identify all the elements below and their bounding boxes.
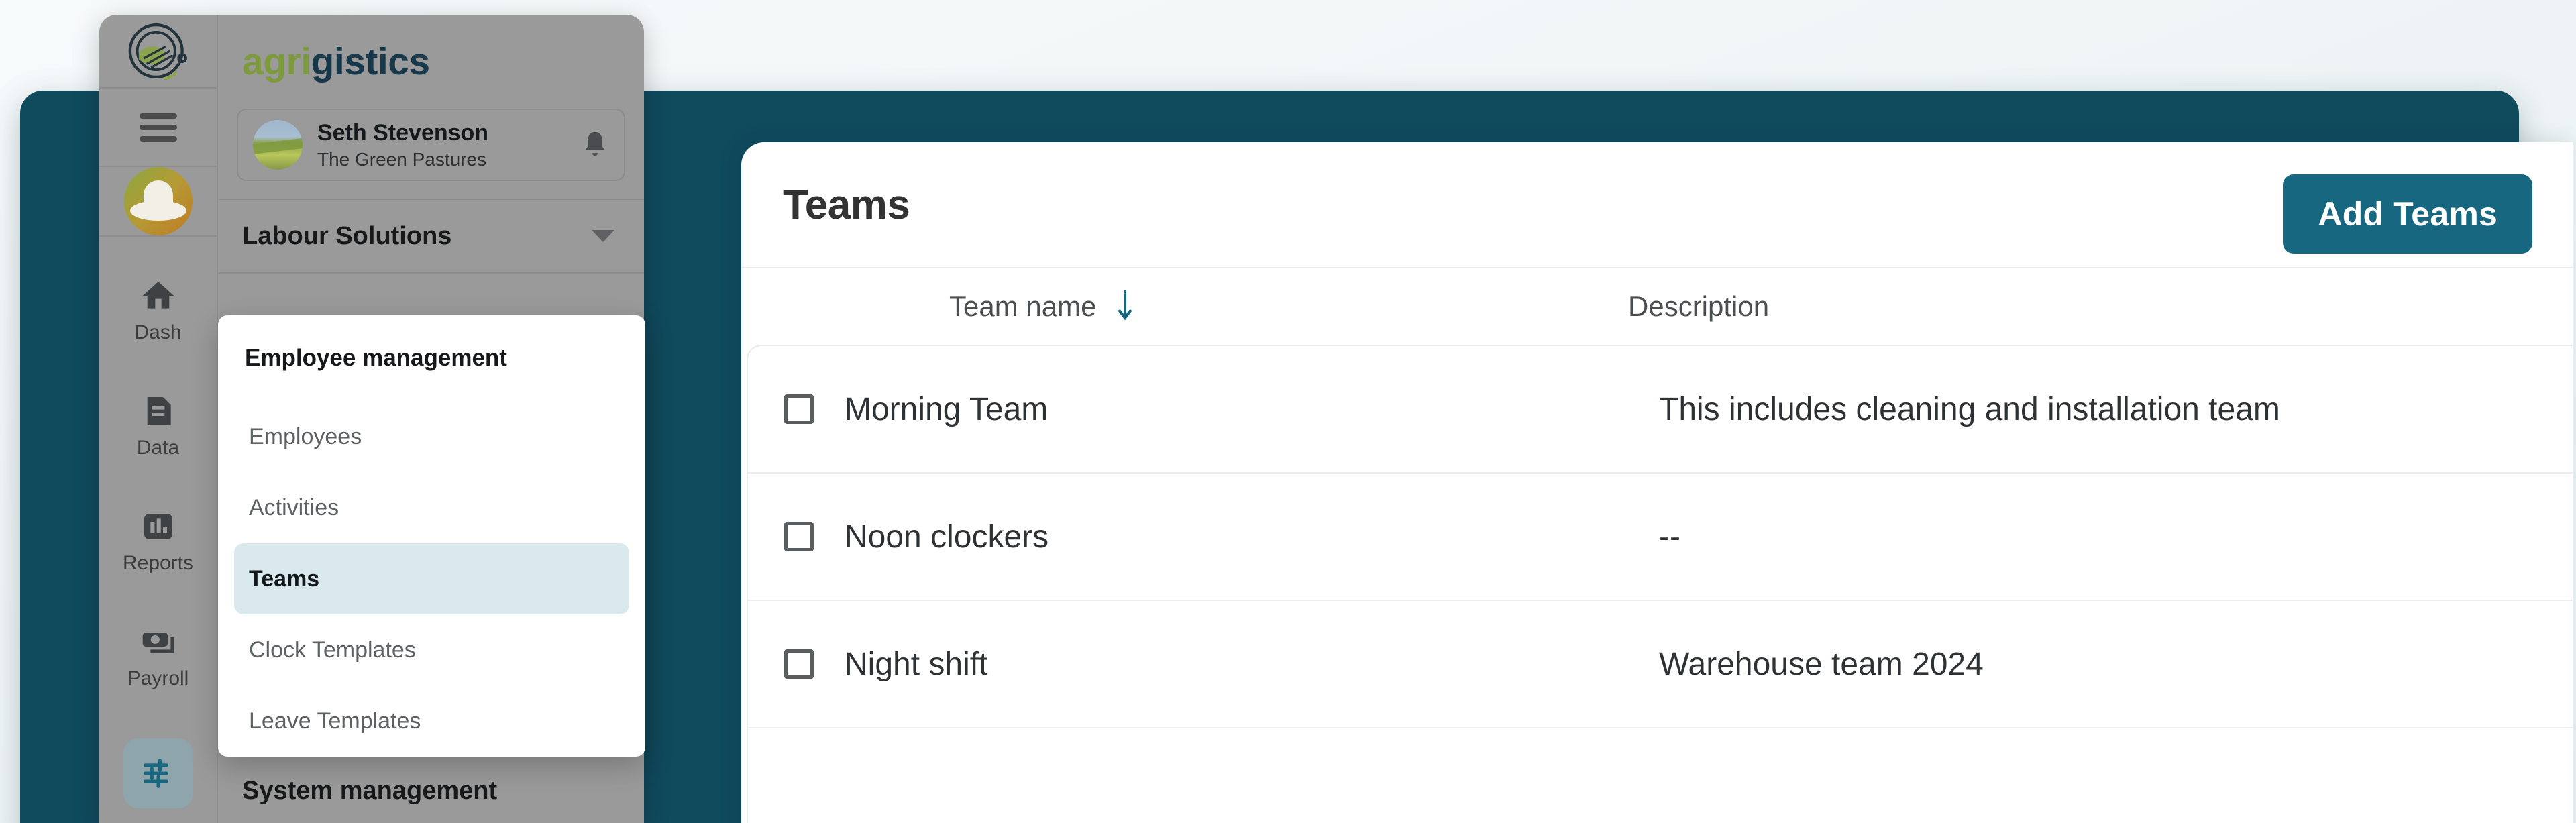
bar-chart-icon [144, 514, 172, 539]
farmer-hat-avatar [123, 167, 193, 235]
add-teams-button[interactable]: Add Teams [2283, 174, 2532, 254]
user-name: Seth Stevenson [317, 119, 489, 146]
row-checkbox[interactable] [784, 649, 814, 679]
workspace-avatar-cell[interactable] [99, 167, 217, 237]
user-org: The Green Pastures [317, 148, 487, 170]
main-content-card: Teams Add Teams Team name Description Mo… [741, 142, 2573, 823]
sidebar-item-system-management[interactable] [99, 728, 217, 823]
column-header-team-name-label: Team name [949, 290, 1097, 322]
sidebar-item-label: Payroll [127, 667, 189, 690]
sidebar-item-payroll[interactable]: Payroll [99, 612, 217, 705]
brand-wordmark: agrigistics [242, 40, 430, 84]
money-icon [142, 633, 174, 653]
arrow-down-icon[interactable] [1114, 288, 1136, 326]
cell-team-name: Noon clockers [845, 518, 1049, 555]
brand-rest: gistics [311, 40, 431, 83]
sidebar-icon-rail: Dash Data Reports Payroll [99, 15, 218, 823]
agrigistics-circle-logo [128, 23, 187, 80]
rail-nav-list: Dash Data Reports Payroll [99, 237, 217, 823]
hamburger-menu-icon[interactable] [99, 87, 217, 167]
home-icon [142, 282, 174, 309]
flyout-item-teams[interactable]: Teams [234, 543, 629, 614]
table-row-empty [748, 728, 2573, 823]
brand-accent: agri [242, 40, 311, 83]
column-header-description[interactable]: Description [1628, 290, 2573, 323]
landscape-avatar [253, 120, 303, 170]
cell-description: -- [1659, 518, 1680, 555]
cell-description: Warehouse team 2024 [1659, 646, 1984, 682]
app-logo[interactable] [99, 15, 217, 87]
sidebar-item-label: Reports [122, 552, 194, 574]
workspace-selector[interactable]: Labour Solutions [218, 199, 644, 274]
table-row[interactable]: Noon clockers -- [748, 474, 2573, 601]
table-row[interactable]: Morning Team This includes cleaning and … [748, 346, 2573, 474]
sliders-icon [143, 759, 168, 788]
document-icon [147, 397, 171, 425]
flyout-item-employees[interactable]: Employees [234, 401, 629, 472]
system-management-label: System management [242, 776, 498, 805]
cell-team-name: Night shift [845, 646, 988, 682]
sidebar-item-label: Data [136, 437, 180, 459]
workspace-label: Labour Solutions [242, 221, 452, 250]
app-root: Teams Add Teams Team name Description Mo… [0, 0, 2576, 823]
flyout-item-activities[interactable]: Activities [234, 472, 629, 543]
chevron-down-icon[interactable] [592, 230, 614, 242]
hamburger-bars [139, 107, 177, 148]
bell-icon[interactable] [581, 129, 609, 160]
row-checkbox[interactable] [784, 394, 814, 424]
teams-table-body: Morning Team This includes cleaning and … [747, 345, 2573, 823]
content-header: Teams Add Teams [741, 142, 2573, 267]
table-row[interactable]: Night shift Warehouse team 2024 [748, 601, 2573, 728]
user-meta: Seth Stevenson The Green Pastures [317, 120, 566, 170]
sidebar-item-label: Dash [134, 321, 182, 343]
flyout-item-clock-templates[interactable]: Clock Templates [234, 614, 629, 685]
system-management-row[interactable]: System management [218, 759, 644, 823]
column-header-team-name[interactable]: Team name [783, 288, 1628, 326]
flyout-title: Employee management [245, 345, 507, 371]
sidebar-item-reports[interactable]: Reports [99, 497, 217, 590]
page-title: Teams [783, 181, 910, 228]
sliders-icon-chip [123, 738, 193, 808]
employee-management-flyout: Employee management Employees Activities… [218, 315, 645, 757]
user-profile-card[interactable]: Seth Stevenson The Green Pastures [237, 109, 625, 181]
cell-description: This includes cleaning and installation … [1659, 391, 2280, 427]
flyout-item-leave-templates[interactable]: Leave Templates [234, 685, 629, 757]
row-checkbox[interactable] [784, 522, 814, 551]
cell-team-name: Morning Team [845, 391, 1049, 427]
brand-row[interactable]: agrigistics [218, 15, 644, 109]
sidebar-item-dash[interactable]: Dash [99, 266, 217, 359]
table-header-row: Team name Description [741, 267, 2573, 345]
sidebar-item-data[interactable]: Data [99, 382, 217, 474]
